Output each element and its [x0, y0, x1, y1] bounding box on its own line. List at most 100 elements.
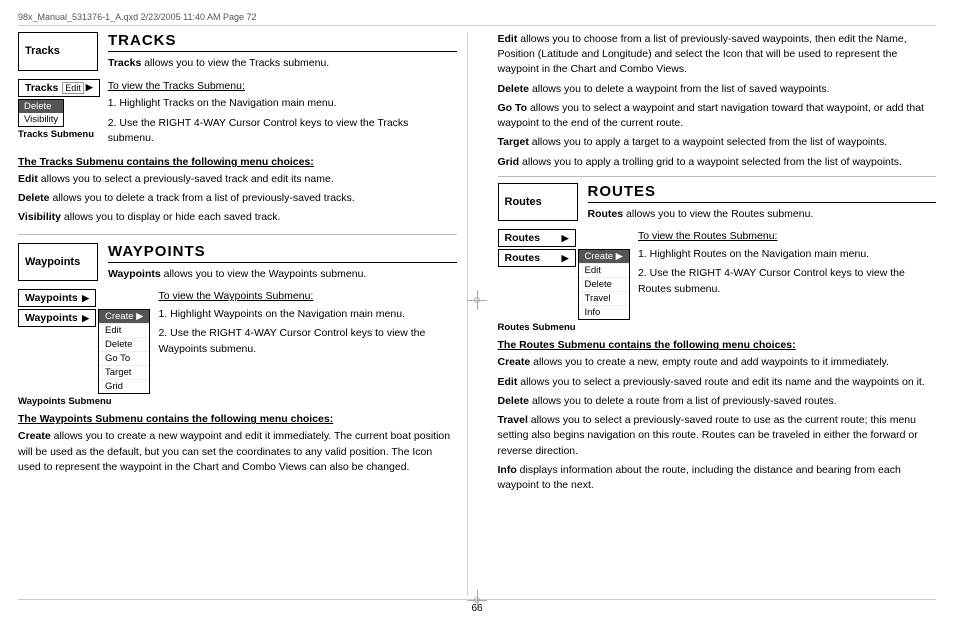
- routes-diagram-left: Routes ▶ Routes ▶ Create ▶ Edit Delete T…: [498, 229, 630, 333]
- waypoints-section-desc: Waypoints allows you to view the Waypoin…: [108, 267, 457, 282]
- tracks-edit-body: Edit allows you to select a previously-s…: [18, 172, 457, 187]
- wp-sub-edit: Edit: [99, 324, 149, 338]
- tracks-section-desc: Tracks allows you to view the Tracks sub…: [108, 56, 457, 71]
- waypoints-main-label: Waypoints: [25, 312, 78, 324]
- tracks-edit-inline: Edit: [62, 82, 84, 94]
- waypoints-section-box: Waypoints WAYPOINTS Waypoints allows you…: [18, 243, 457, 282]
- tracks-label: Tracks: [25, 45, 60, 57]
- routes-nav-right: To view the Routes Submenu: 1. Highlight…: [638, 229, 936, 300]
- tracks-arrow: ▶: [86, 82, 93, 93]
- waypoints-target-body: Target allows you to apply a target to a…: [498, 135, 937, 150]
- tracks-step2: 2. Use the RIGHT 4-WAY Cursor Control ke…: [108, 116, 457, 146]
- routes-section-box: Routes ROUTES Routes allows you to view …: [498, 183, 937, 222]
- page-number-bar: 66: [18, 599, 936, 614]
- tracks-nav-right: To view the Tracks Submenu: 1. Highlight…: [100, 79, 457, 150]
- wp-sub-grid: Grid: [99, 380, 149, 393]
- tracks-main-box: Tracks Edit ▶: [18, 79, 100, 97]
- routes-title-area: ROUTES Routes allows you to view the Rou…: [578, 183, 937, 222]
- waypoints-submenu-section: The Waypoints Submenu contains the follo…: [18, 413, 457, 475]
- tracks-desc-text: allows you to view the Tracks submenu.: [144, 57, 329, 69]
- routes-section-desc: Routes allows you to view the Routes sub…: [588, 207, 937, 222]
- waypoints-step2: 2. Use the RIGHT 4-WAY Cursor Control ke…: [158, 326, 456, 356]
- waypoints-submenu-heading: The Waypoints Submenu contains the follo…: [18, 413, 457, 425]
- waypoints-diagram-left: Waypoints ▶ Waypoints ▶ Create ▶ Edit De…: [18, 289, 150, 407]
- routes-step1: 1. Highlight Routes on the Navigation ma…: [638, 247, 936, 262]
- routes-submenu-section: The Routes Submenu contains the followin…: [498, 339, 937, 493]
- waypoints-outer-arrow: ▶: [82, 293, 89, 304]
- tracks-to-view-heading: To view the Tracks Submenu:: [108, 79, 457, 94]
- waypoints-to-view-heading: To view the Waypoints Submenu:: [158, 289, 456, 304]
- waypoints-edit-body-right: Edit allows you to choose from a list of…: [498, 32, 937, 78]
- waypoints-nav-diagram: Waypoints ▶ Waypoints ▶ Create ▶ Edit De…: [18, 289, 457, 407]
- waypoints-sub-items: Create ▶ Edit Delete Go To Target Grid: [98, 309, 150, 394]
- routes-sub-label: Routes Submenu: [498, 322, 576, 333]
- tracks-nav-diagram: Tracks Edit ▶ Delete Visibility Tracks S…: [18, 79, 457, 150]
- routes-submenu-heading: The Routes Submenu contains the followin…: [498, 339, 937, 351]
- tracks-step1: 1. Highlight Tracks on the Navigation ma…: [108, 96, 457, 111]
- waypoints-right-section: Edit allows you to choose from a list of…: [498, 32, 937, 170]
- tracks-sub-row: Delete Visibility: [18, 99, 64, 127]
- routes-to-view-heading: To view the Routes Submenu:: [638, 229, 936, 244]
- wp-sub-goto: Go To: [99, 352, 149, 366]
- wp-sub-create: Create ▶: [99, 310, 149, 324]
- routes-title: ROUTES: [588, 183, 937, 203]
- routes-main-arrow: ▶: [562, 253, 569, 264]
- routes-nav-diagram: Routes ▶ Routes ▶ Create ▶ Edit Delete T…: [498, 229, 937, 333]
- left-column: Tracks TRACKS Tracks allows you to view …: [18, 32, 468, 595]
- waypoints-create-body: Create allows you to create a new waypoi…: [18, 429, 457, 475]
- routes-info-body: Info displays information about the rout…: [498, 463, 937, 493]
- routes-submenu-row: Routes ▶ Create ▶ Edit Delete Travel Inf…: [498, 249, 630, 320]
- tracks-main-label: Tracks: [25, 82, 58, 94]
- waypoints-submenu-row: Waypoints ▶ Create ▶ Edit Delete Go To T…: [18, 309, 150, 394]
- tracks-title: TRACKS: [108, 32, 457, 52]
- right-divider: [498, 176, 937, 177]
- wp-sub-target: Target: [99, 366, 149, 380]
- waypoints-main-box: Waypoints ▶: [18, 309, 96, 327]
- file-info-text: 98x_Manual_531376-1_A.qxd 2/23/2005 11:4…: [18, 12, 257, 22]
- tracks-sub-item-visibility: Visibility: [19, 113, 63, 126]
- waypoints-main-arrow: ▶: [82, 313, 89, 324]
- tracks-delete-body: Delete allows you to delete a track from…: [18, 191, 457, 206]
- waypoints-sub-label: Waypoints Submenu: [18, 396, 112, 407]
- waypoints-nav-right: To view the Waypoints Submenu: 1. Highli…: [158, 289, 456, 360]
- routes-outer-label: Routes: [505, 232, 541, 244]
- tracks-submenu-heading: The Tracks Submenu contains the followin…: [18, 156, 457, 168]
- waypoints-step1: 1. Highlight Waypoints on the Navigation…: [158, 307, 456, 322]
- routes-outer-arrow: ▶: [562, 233, 569, 244]
- routes-sub-info: Info: [579, 306, 629, 319]
- waypoints-outer-box: Waypoints ▶: [18, 289, 96, 307]
- waypoints-label-box: Waypoints: [18, 243, 98, 282]
- routes-delete-body: Delete allows you to delete a route from…: [498, 394, 937, 409]
- waypoints-grid-body: Grid allows you to apply a trolling grid…: [498, 155, 937, 170]
- tracks-submenu-section: The Tracks Submenu contains the followin…: [18, 156, 457, 226]
- tracks-sub-item-delete: Delete: [19, 100, 63, 113]
- routes-main-label: Routes: [505, 252, 541, 264]
- tracks-visibility-body: Visibility allows you to display or hide…: [18, 210, 457, 225]
- routes-sub-items: Create ▶ Edit Delete Travel Info: [578, 249, 630, 320]
- routes-outer-box: Routes ▶: [498, 229, 576, 247]
- tracks-section-box: Tracks TRACKS Tracks allows you to view …: [18, 32, 457, 71]
- routes-travel-body: Travel allows you to select a previously…: [498, 413, 937, 459]
- tracks-title-area: TRACKS Tracks allows you to view the Tra…: [98, 32, 457, 71]
- routes-sub-edit: Edit: [579, 264, 629, 278]
- waypoints-title-area: WAYPOINTS Waypoints allows you to view t…: [98, 243, 457, 282]
- tracks-sub-label: Tracks Submenu: [18, 129, 94, 140]
- waypoints-delete-body-right: Delete allows you to delete a waypoint f…: [498, 82, 937, 97]
- wp-sub-delete: Delete: [99, 338, 149, 352]
- right-column: Edit allows you to choose from a list of…: [488, 32, 937, 595]
- file-info-bar: 98x_Manual_531376-1_A.qxd 2/23/2005 11:4…: [18, 12, 936, 26]
- tracks-sub-items: Delete Visibility: [18, 99, 64, 127]
- routes-label: Routes: [505, 196, 542, 208]
- page: 98x_Manual_531376-1_A.qxd 2/23/2005 11:4…: [0, 0, 954, 626]
- tracks-diagram-left: Tracks Edit ▶ Delete Visibility Tracks S…: [18, 79, 100, 140]
- routes-sub-delete: Delete: [579, 278, 629, 292]
- main-content: Tracks TRACKS Tracks allows you to view …: [18, 32, 936, 595]
- routes-sub-create: Create ▶: [579, 250, 629, 264]
- routes-step2: 2. Use the RIGHT 4-WAY Cursor Control ke…: [638, 266, 936, 296]
- waypoints-label: Waypoints: [25, 256, 80, 268]
- waypoints-outer-label: Waypoints: [25, 292, 78, 304]
- routes-main-inner-box: Routes ▶: [498, 249, 576, 267]
- routes-create-body: Create allows you to create a new, empty…: [498, 355, 937, 370]
- routes-label-box: Routes: [498, 183, 578, 222]
- page-number: 66: [471, 603, 482, 614]
